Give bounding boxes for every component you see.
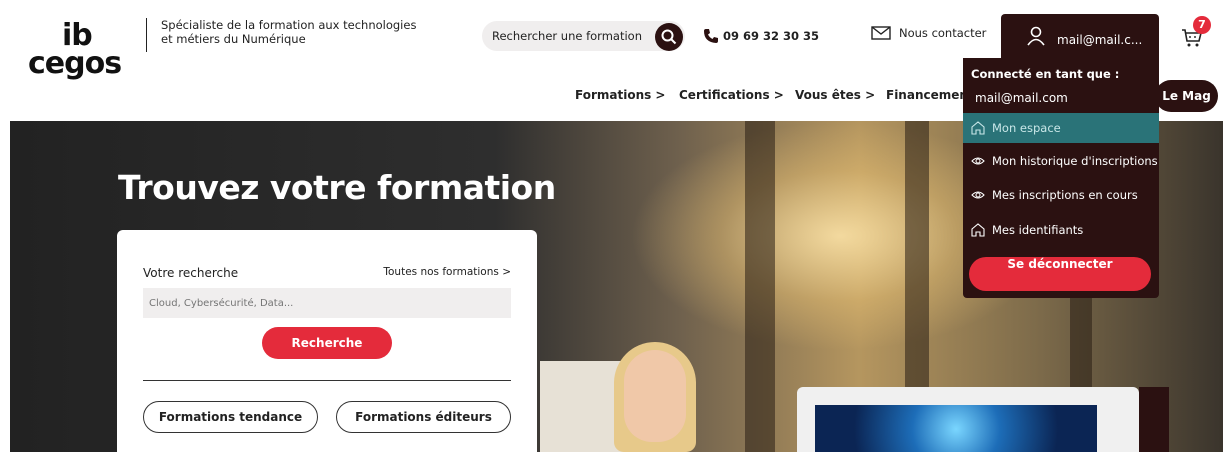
nav-financement[interactable]: Financement <box>886 88 974 102</box>
search-button[interactable] <box>655 23 683 51</box>
phone-link[interactable]: 09 69 32 30 35 <box>703 28 819 44</box>
account-email: mail@mail.c... <box>1057 33 1143 47</box>
hero-side-panel <box>1139 387 1169 452</box>
menu-label: Mes inscriptions en cours <box>992 188 1138 202</box>
contact-label: Nous contacter <box>899 26 987 40</box>
cart-button[interactable]: 7 <box>1181 16 1211 52</box>
menu-label: Mon historique d'inscriptions <box>992 154 1158 168</box>
nav-formations[interactable]: Formations > <box>575 88 666 102</box>
search-icon <box>661 29 677 45</box>
tagline: Spécialiste de la formation aux technolo… <box>146 18 446 52</box>
tagline-line2: et métiers du Numérique <box>161 32 306 46</box>
hero-beam <box>745 121 775 452</box>
hero-tablet-image <box>797 387 1139 452</box>
tagline-line1: Spécialiste de la formation aux technolo… <box>161 18 417 32</box>
menu-label: Mon espace <box>992 121 1061 135</box>
menu-mes-identifiants[interactable]: Mes identifiants <box>963 215 1159 245</box>
card-divider <box>143 380 511 381</box>
home-icon <box>971 223 985 237</box>
formation-search-input[interactable] <box>143 288 511 318</box>
search-input[interactable]: Rechercher une formation <box>492 29 642 43</box>
cart-count-badge: 7 <box>1193 16 1211 34</box>
account-dropdown: Connecté en tant que : mail@mail.com Mon… <box>963 58 1159 298</box>
user-icon <box>1027 26 1045 46</box>
search-card-label: Votre recherche <box>143 266 239 280</box>
eye-icon <box>971 191 985 199</box>
menu-mon-espace[interactable]: Mon espace <box>963 113 1159 143</box>
menu-inscriptions-en-cours[interactable]: Mes inscriptions en cours <box>963 180 1159 210</box>
menu-historique-inscriptions[interactable]: Mon historique d'inscriptions <box>963 146 1159 176</box>
ib-cegos-logo[interactable]: ib cegos <box>28 18 122 94</box>
contact-link[interactable]: Nous contacter <box>871 26 986 40</box>
all-formations-link[interactable]: Toutes nos formations > <box>383 266 511 278</box>
formations-editeurs-button[interactable]: Formations éditeurs <box>336 401 511 433</box>
phone-number: 09 69 32 30 35 <box>723 29 820 43</box>
menu-label: Mes identifiants <box>992 223 1084 237</box>
hero-person-face <box>624 350 686 442</box>
hero-person-image <box>602 342 722 452</box>
logo-line2: cegos <box>28 46 122 81</box>
hero-title: Trouvez votre formation <box>118 168 556 207</box>
recherche-button[interactable]: Recherche <box>262 327 392 359</box>
dropdown-header: Connecté en tant que : <box>971 67 1120 81</box>
home-icon <box>971 121 985 135</box>
formations-tendance-button[interactable]: Formations tendance <box>143 401 318 433</box>
nav-le-mag-button[interactable]: Le Mag <box>1155 80 1218 112</box>
header-search[interactable]: Rechercher une formation <box>482 21 685 51</box>
dropdown-email: mail@mail.com <box>975 91 1068 105</box>
logout-button[interactable]: Se déconnecter <box>969 257 1151 291</box>
nav-certifications[interactable]: Certifications > <box>679 88 784 102</box>
search-card: Votre recherche Toutes nos formations > … <box>117 230 537 452</box>
mail-icon <box>871 26 891 40</box>
nav-vous-etes[interactable]: Vous êtes > <box>795 88 875 102</box>
account-button[interactable]: mail@mail.c... <box>1001 14 1159 64</box>
phone-icon <box>704 29 718 43</box>
hero-tablet-screen <box>815 405 1097 452</box>
eye-icon <box>971 157 985 165</box>
